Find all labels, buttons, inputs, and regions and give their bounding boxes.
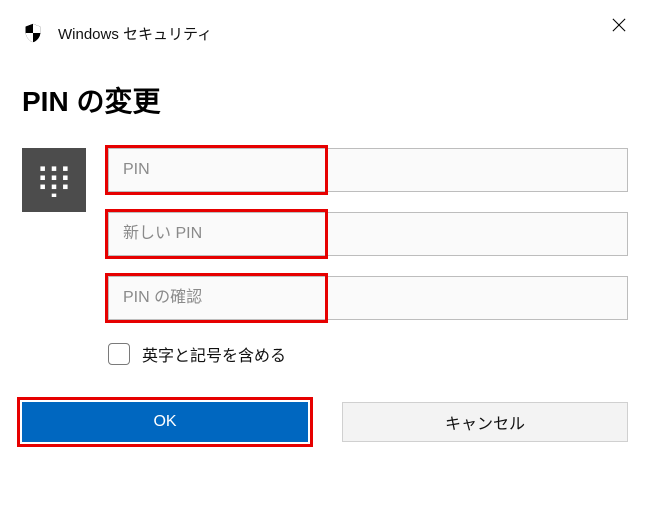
new-pin-input[interactable] (108, 212, 628, 256)
windows-security-dialog: Windows セキュリティ PIN の変更 (0, 0, 650, 468)
new-pin-row (108, 212, 628, 256)
button-row: OK キャンセル (22, 402, 628, 442)
fields-column: 英字と記号を含める (108, 148, 628, 366)
title-bar: Windows セキュリティ (22, 22, 628, 44)
confirm-pin-input[interactable] (108, 276, 628, 320)
ok-button-wrap: OK (22, 402, 308, 442)
keypad-icon (22, 148, 86, 212)
confirm-pin-row (108, 276, 628, 320)
include-symbols-label: 英字と記号を含める (142, 342, 286, 366)
current-pin-row (108, 148, 628, 192)
page-heading: PIN の変更 (22, 80, 628, 120)
current-pin-input[interactable] (108, 148, 628, 192)
cancel-button[interactable]: キャンセル (342, 402, 628, 442)
close-button[interactable] (610, 16, 628, 34)
dialog-title: Windows セキュリティ (58, 23, 212, 44)
form-area: 英字と記号を含める (22, 148, 628, 366)
include-symbols-row: 英字と記号を含める (108, 342, 628, 366)
cancel-button-wrap: キャンセル (342, 402, 628, 442)
shield-icon (22, 22, 44, 44)
ok-button[interactable]: OK (22, 402, 308, 442)
include-symbols-checkbox[interactable] (108, 343, 130, 365)
